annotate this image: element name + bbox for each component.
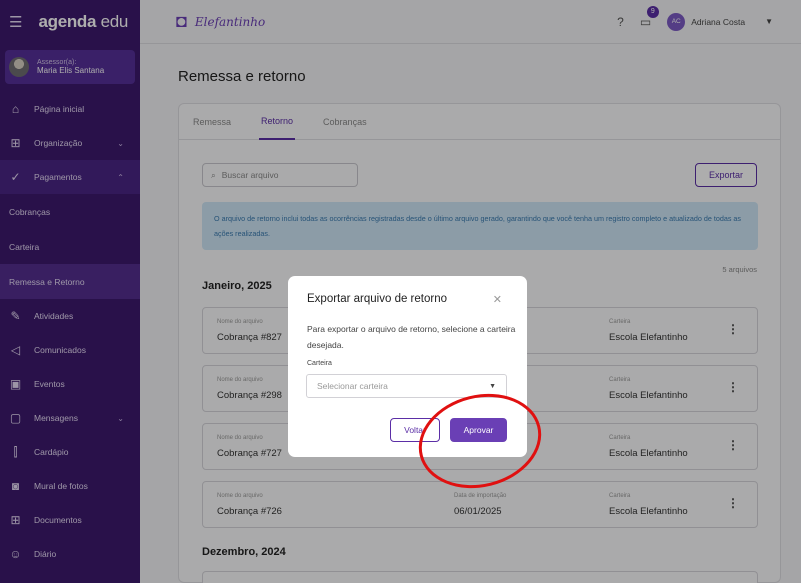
modal-title: Exportar arquivo de retorno <box>307 293 447 305</box>
select-label: Carteira <box>307 360 332 367</box>
modal-text: Para exportar o arquivo de retorno, sele… <box>307 324 516 350</box>
close-icon[interactable]: ✕ <box>493 293 502 306</box>
caret-down-icon: ▼ <box>489 382 496 390</box>
